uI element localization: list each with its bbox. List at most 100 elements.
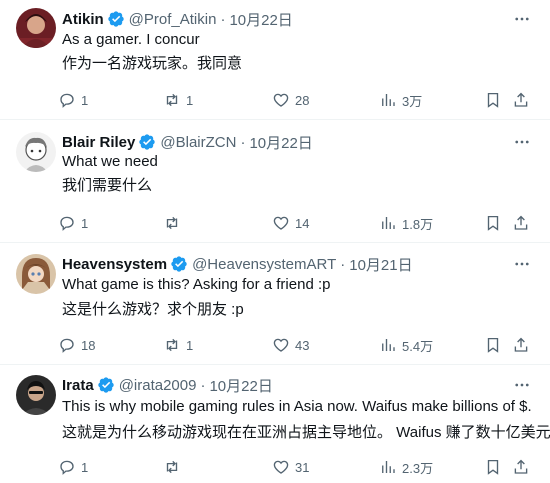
- like-count: 31: [295, 459, 310, 475]
- views-button[interactable]: 3万: [379, 89, 422, 111]
- more-horizontal-icon[interactable]: [512, 132, 532, 152]
- heart-icon: [273, 216, 289, 230]
- bookmark-icon: [487, 215, 499, 231]
- action-bar: 1 1 28 3万: [58, 89, 536, 111]
- repost-icon: [166, 460, 178, 474]
- bookmark-button[interactable]: [484, 212, 502, 234]
- like-button[interactable]: 14: [272, 212, 309, 234]
- reply-button[interactable]: 1: [58, 212, 88, 234]
- avatar[interactable]: [16, 132, 56, 172]
- bookmark-button[interactable]: [484, 456, 502, 478]
- tweet-feed: Atikin @Prof_Atikin · 10月22日 As a gamer.…: [0, 0, 550, 483]
- action-bar: 18 1 43 5.4万: [58, 334, 536, 356]
- bookmark-icon: [487, 459, 499, 475]
- tweet-text: What we need: [62, 153, 158, 170]
- heart-icon: [273, 338, 289, 352]
- reply-button[interactable]: 18: [58, 334, 95, 356]
- reply-count: 18: [81, 337, 96, 353]
- action-bar: 1 31 2.3万: [58, 456, 536, 478]
- heart-icon: [273, 93, 289, 107]
- action-bar: 1 14 1.8万: [58, 212, 536, 234]
- bookmark-icon: [487, 92, 499, 108]
- tweet-date[interactable]: 10月22日: [249, 132, 312, 153]
- separator-dot: ·: [200, 376, 206, 394]
- repost-button[interactable]: 1: [163, 89, 193, 111]
- avatar-image-icon: [16, 254, 56, 294]
- views-chart-icon: [382, 94, 395, 106]
- verified-badge-icon: [107, 10, 125, 28]
- repost-icon: [166, 93, 178, 107]
- reply-icon: [60, 216, 74, 231]
- share-icon: [514, 92, 528, 107]
- reply-button[interactable]: 1: [58, 456, 88, 478]
- reply-count: 1: [81, 215, 89, 231]
- views-count: 2.3万: [402, 460, 434, 476]
- avatar-image-icon: [16, 375, 56, 415]
- views-button[interactable]: 1.8万: [379, 212, 433, 234]
- author-name[interactable]: Atikin: [62, 11, 104, 28]
- more-horizontal-icon[interactable]: [512, 375, 532, 395]
- like-button[interactable]: 43: [272, 334, 309, 356]
- tweet[interactable]: Irata @irata2009 · 10月22日 This is why mo…: [0, 365, 550, 483]
- repost-button[interactable]: 1: [163, 334, 193, 356]
- author-name[interactable]: Blair Riley: [62, 134, 135, 151]
- author-name[interactable]: Irata: [62, 377, 94, 394]
- tweet-text-translation: 这是什么游戏？求个朋友 :p: [62, 301, 244, 318]
- bookmark-button[interactable]: [484, 334, 502, 356]
- reply-icon: [60, 460, 74, 475]
- verified-badge-icon: [97, 376, 115, 394]
- share-button[interactable]: [512, 89, 530, 111]
- tweet-text: This is why mobile gaming rules in Asia …: [62, 398, 532, 415]
- views-button[interactable]: 5.4万: [379, 334, 433, 356]
- avatar[interactable]: [16, 254, 56, 294]
- tweet-text: What game is this? Asking for a friend :…: [62, 276, 331, 293]
- tweet-text-translation: 我们需要什么: [62, 177, 153, 194]
- more-horizontal-icon[interactable]: [512, 9, 532, 29]
- author-handle[interactable]: @BlairZCN: [160, 134, 236, 151]
- avatar[interactable]: [16, 8, 56, 48]
- views-chart-icon: [382, 217, 395, 229]
- like-button[interactable]: 28: [272, 89, 309, 111]
- tweet[interactable]: Heavensystem @HeavensystemART · 10月21日 W…: [0, 243, 550, 365]
- share-icon: [514, 337, 528, 352]
- share-icon: [514, 459, 528, 474]
- author-name[interactable]: Heavensystem: [62, 256, 167, 273]
- tweet-text-translation: 这就是为什么移动游戏现在在亚洲占据主导地位。 Waifus 赚了数十亿美元。: [62, 424, 550, 441]
- reply-icon: [60, 338, 74, 353]
- tweet-header: Heavensystem @HeavensystemART · 10月21日: [62, 254, 413, 274]
- tweet-text-translation: 作为一名游戏玩家。我同意: [62, 55, 243, 72]
- share-icon: [514, 215, 528, 230]
- separator-dot: ·: [340, 255, 346, 273]
- like-count: 14: [295, 215, 310, 231]
- reply-count: 1: [81, 459, 89, 475]
- views-button[interactable]: 2.3万: [379, 456, 433, 478]
- repost-button[interactable]: [163, 456, 186, 478]
- author-handle[interactable]: @HeavensystemART: [192, 256, 336, 273]
- tweet[interactable]: Atikin @Prof_Atikin · 10月22日 As a gamer.…: [0, 0, 550, 120]
- tweet-date[interactable]: 10月22日: [229, 9, 292, 30]
- share-button[interactable]: [512, 334, 530, 356]
- share-button[interactable]: [512, 456, 530, 478]
- reply-icon: [60, 93, 74, 108]
- author-handle[interactable]: @irata2009: [119, 377, 197, 394]
- tweet-header: Irata @irata2009 · 10月22日: [62, 375, 273, 395]
- reply-button[interactable]: 1: [58, 89, 88, 111]
- tweet-date[interactable]: 10月22日: [209, 375, 272, 396]
- share-button[interactable]: [512, 212, 530, 234]
- tweet-header: Blair Riley @BlairZCN · 10月22日: [62, 132, 313, 152]
- avatar[interactable]: [16, 375, 56, 415]
- like-button[interactable]: 31: [272, 456, 309, 478]
- author-handle[interactable]: @Prof_Atikin: [129, 11, 217, 28]
- more-horizontal-icon[interactable]: [512, 254, 532, 274]
- bookmark-icon: [487, 337, 499, 353]
- verified-badge-icon: [170, 255, 188, 273]
- views-count: 1.8万: [402, 216, 434, 232]
- separator-dot: ·: [220, 10, 226, 28]
- bookmark-button[interactable]: [484, 89, 502, 111]
- tweet[interactable]: Blair Riley @BlairZCN · 10月22日 What we n…: [0, 120, 550, 243]
- verified-badge-icon: [138, 133, 156, 151]
- tweet-date[interactable]: 10月21日: [349, 254, 412, 275]
- tweet-text: As a gamer. I concur: [62, 31, 200, 48]
- like-count: 43: [295, 337, 310, 353]
- repost-button[interactable]: [163, 212, 186, 234]
